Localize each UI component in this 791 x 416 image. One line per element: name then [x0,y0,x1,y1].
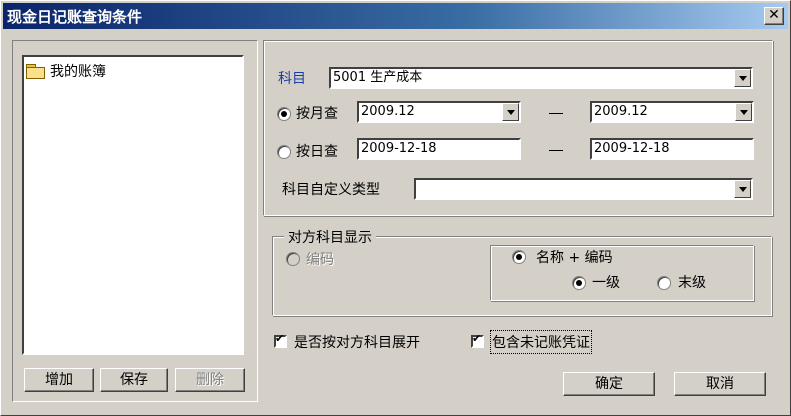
chevron-down-icon[interactable] [735,103,752,121]
code-only-label: 编码 [306,252,334,268]
month-to-value: 2009.12 [594,104,648,119]
by-day-radio[interactable] [277,145,291,159]
delete-button[interactable]: 删除 [175,368,245,392]
subject-value: 5001 生产成本 [333,70,423,85]
name-code-subgroup [490,245,754,301]
name-and-code-label: 名称 + 编码 [536,247,616,267]
chevron-down-icon[interactable] [734,180,751,198]
tree-item-label: 我的账簿 [50,64,106,80]
by-month-radio[interactable] [277,107,291,121]
title-bar[interactable]: 现金日记账查询条件 ✕ [3,3,788,29]
name-and-code-radio[interactable] [512,250,526,264]
day-to-field[interactable]: 2009-12-18 [590,138,754,160]
level-last-radio[interactable] [657,276,671,290]
day-from-field[interactable]: 2009-12-18 [357,138,521,160]
close-button[interactable]: ✕ [764,7,784,25]
by-month-label: 按月查 [296,106,338,122]
ok-button[interactable]: 确定 [563,372,655,396]
month-to-select[interactable]: 2009.12 [590,101,754,123]
level-last-label: 末级 [678,275,706,291]
code-only-radio[interactable] [286,252,300,266]
add-button[interactable]: 增加 [24,368,94,392]
range-separator [549,150,563,151]
chevron-down-icon[interactable] [502,103,519,121]
include-unposted-label: 包含未记账凭证 [490,330,592,354]
month-from-value: 2009.12 [361,104,415,119]
subject-select[interactable]: 5001 生产成本 [329,67,753,89]
chevron-down-icon[interactable] [734,69,751,87]
custom-type-select[interactable] [414,178,753,200]
level-first-radio[interactable] [572,276,586,290]
level-first-label: 一级 [592,275,620,291]
by-day-label: 按日查 [296,144,338,160]
folder-icon [26,64,45,79]
tree-item-my-ledgers[interactable]: 我的账簿 [26,61,106,81]
day-from-value: 2009-12-18 [361,141,437,156]
include-unposted-checkbox[interactable] [471,332,484,348]
month-from-select[interactable]: 2009.12 [357,101,521,123]
cancel-button[interactable]: 取消 [674,372,766,396]
expand-by-counter-label: 是否按对方科目展开 [294,335,420,351]
custom-type-label: 科目自定义类型 [282,182,380,198]
close-icon[interactable]: ✕ [768,7,780,23]
range-separator [549,113,563,114]
window-title: 现金日记账查询条件 [7,8,143,26]
day-to-value: 2009-12-18 [594,141,670,156]
counter-group-title: 对方科目显示 [284,227,376,247]
subject-label: 科目 [278,71,306,87]
ledger-tree[interactable]: 我的账簿 [22,55,244,355]
save-button[interactable]: 保存 [100,368,168,392]
expand-by-counter-checkbox[interactable] [274,332,287,348]
